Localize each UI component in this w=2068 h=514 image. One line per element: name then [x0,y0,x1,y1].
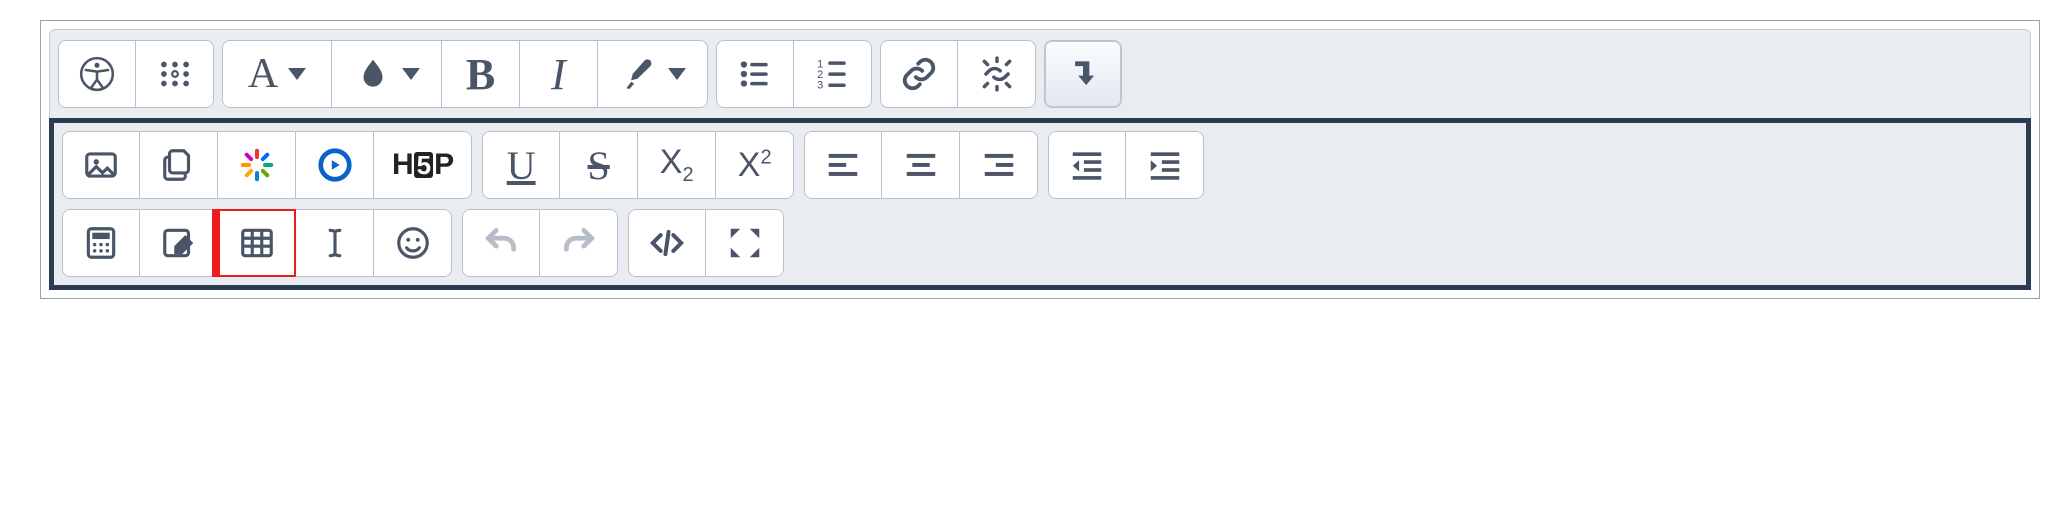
indent-group [1048,131,1204,199]
font-color-dropdown[interactable] [332,40,442,108]
insert-advanced-group [62,209,452,277]
paint-brush-icon [620,55,658,93]
bold-button[interactable]: B [442,40,520,108]
insert-file-button[interactable] [140,131,218,199]
link-group [880,40,1036,108]
editor-toolbar-frame: A B I [40,20,2040,299]
files-icon [160,146,198,184]
strikethrough-button[interactable]: S [560,131,638,199]
font-group: A B I [222,40,708,108]
align-right-icon [980,146,1018,184]
chevron-down-icon [402,68,420,80]
media-group: H5P [62,131,472,199]
chevron-down-icon [668,68,686,80]
bold-letter-icon: B [466,49,495,100]
subscript-button[interactable]: X2 [638,131,716,199]
subscript-icon: X2 [660,143,694,187]
ink-drop-icon [354,55,392,93]
bullet-list-icon [736,55,774,93]
align-right-button[interactable] [960,131,1038,199]
accessibility-button[interactable] [58,40,136,108]
indent-button[interactable] [1126,131,1204,199]
toolbar-row-3 [62,209,2018,277]
italic-button[interactable]: I [520,40,598,108]
toolbar-toggle-group [1044,40,1122,108]
format-painter-dropdown[interactable] [598,40,708,108]
text-cursor-icon [316,224,354,262]
html-source-button[interactable] [628,209,706,277]
undo-button[interactable] [462,209,540,277]
insert-table-button[interactable] [218,209,296,277]
equation-editor-button[interactable] [62,209,140,277]
h5p-icon: H5P [392,148,453,182]
superscript-button[interactable]: X2 [716,131,794,199]
screenreader-helper-button[interactable] [136,40,214,108]
underline-button[interactable]: U [482,131,560,199]
outdent-button[interactable] [1048,131,1126,199]
expanded-toolbar-frame: H5P U S X2 X2 [49,118,2031,290]
align-left-button[interactable] [804,131,882,199]
redo-icon [560,224,598,262]
align-center-button[interactable] [882,131,960,199]
play-circle-icon [316,146,354,184]
redo-button[interactable] [540,209,618,277]
undo-icon [482,224,520,262]
toolbar-row-1: A B I [49,29,2031,118]
expand-icon [726,224,764,262]
kaltura-sun-icon [238,146,276,184]
link-icon [900,55,938,93]
text-style-group: U S X2 X2 [482,131,794,199]
numbered-list-icon: 123 [814,55,852,93]
remove-link-button[interactable] [958,40,1036,108]
smiley-icon [394,224,432,262]
accessibility-group [58,40,214,108]
calculator-icon [82,224,120,262]
italic-letter-icon: I [551,49,566,100]
superscript-icon: X2 [738,146,772,185]
outdent-icon [1068,146,1106,184]
insert-character-button[interactable] [296,209,374,277]
unlink-icon [978,55,1016,93]
toolbar-row-2: H5P U S X2 X2 [62,131,2018,199]
edit-button[interactable] [140,209,218,277]
strikethrough-letter-icon: S [588,142,610,189]
panopto-media-button[interactable] [296,131,374,199]
list-group: 123 [716,40,872,108]
alignment-group [804,131,1038,199]
arrow-turn-down-icon [1064,55,1102,93]
braille-dots-icon [156,55,194,93]
view-group [628,209,784,277]
insert-image-button[interactable] [62,131,140,199]
svg-text:3: 3 [817,79,823,91]
toggle-second-row-button[interactable] [1044,40,1122,108]
font-letter-icon: A [248,50,278,98]
history-group [462,209,618,277]
accessibility-icon [78,55,116,93]
underline-letter-icon: U [507,142,536,189]
fullscreen-button[interactable] [706,209,784,277]
font-family-dropdown[interactable]: A [222,40,332,108]
edit-pencil-icon [160,224,198,262]
chevron-down-icon [288,68,306,80]
align-center-icon [902,146,940,184]
indent-icon [1146,146,1184,184]
image-icon [82,146,120,184]
code-icon [648,224,686,262]
h5p-button[interactable]: H5P [374,131,472,199]
ordered-list-button[interactable]: 123 [794,40,872,108]
emoji-picker-button[interactable] [374,209,452,277]
align-left-icon [824,146,862,184]
insert-link-button[interactable] [880,40,958,108]
kaltura-media-button[interactable] [218,131,296,199]
unordered-list-button[interactable] [716,40,794,108]
table-icon [238,224,276,262]
